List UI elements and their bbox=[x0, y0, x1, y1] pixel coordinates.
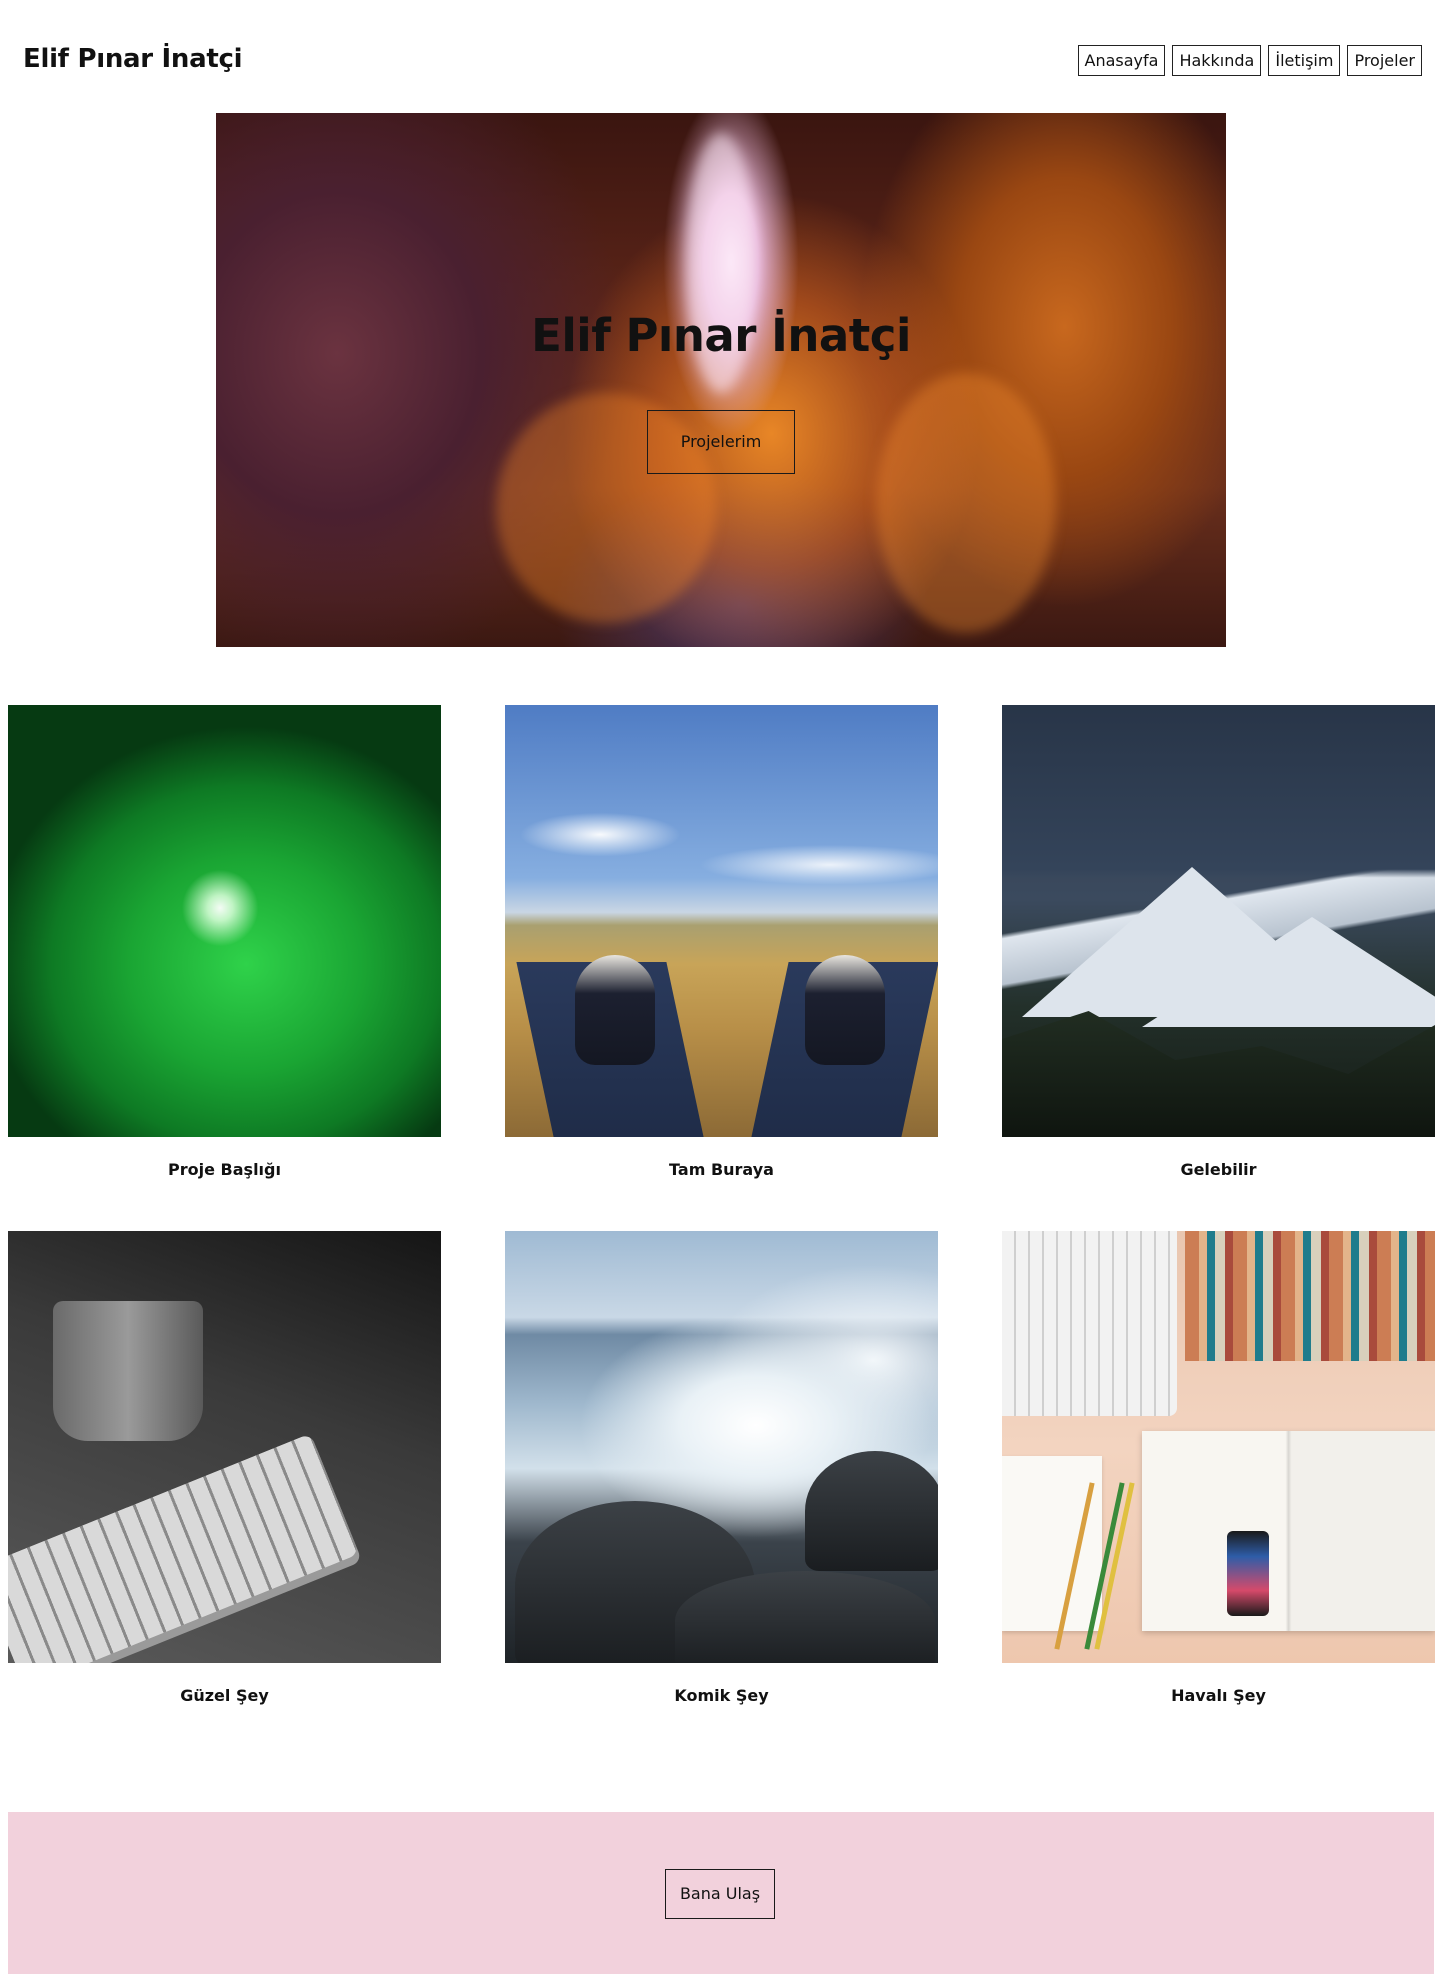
hero-canyon-image: Elif Pınar İnatçi Projelerim bbox=[216, 113, 1226, 647]
project-card[interactable]: Gelebilir bbox=[1002, 705, 1435, 1181]
photo-detail bbox=[805, 955, 885, 1065]
project-caption[interactable]: Tam Buraya bbox=[505, 1159, 938, 1181]
photo-detail bbox=[53, 1301, 203, 1441]
nav-link-anasayfa[interactable]: Anasayfa bbox=[1077, 45, 1166, 76]
project-caption[interactable]: Proje Başlığı bbox=[8, 1159, 441, 1181]
project-image-books[interactable] bbox=[1002, 1231, 1435, 1663]
photo-detail bbox=[1142, 917, 1435, 1027]
nav-link-hakkinda[interactable]: Hakkında bbox=[1172, 45, 1262, 76]
project-caption[interactable]: Havalı Şey bbox=[1002, 1685, 1435, 1707]
project-caption[interactable]: Güzel Şey bbox=[8, 1685, 441, 1707]
photo-detail bbox=[1002, 1456, 1102, 1631]
photo-detail bbox=[1185, 1231, 1435, 1361]
photo-detail bbox=[1002, 1231, 1177, 1416]
nav-link-projeler[interactable]: Projeler bbox=[1347, 45, 1422, 76]
project-card[interactable]: Güzel Şey bbox=[8, 1231, 441, 1707]
contact-footer: Bana Ulaş bbox=[8, 1812, 1434, 1974]
project-card[interactable]: Havalı Şey bbox=[1002, 1231, 1435, 1707]
project-card[interactable]: Komik Şey bbox=[505, 1231, 938, 1707]
photo-detail bbox=[8, 1433, 360, 1663]
project-image-mountains[interactable] bbox=[1002, 705, 1435, 1137]
site-title[interactable]: Elif Pınar İnatçi bbox=[23, 39, 243, 79]
hero-title: Elif Pınar İnatçi bbox=[531, 309, 911, 362]
photo-detail bbox=[805, 1451, 938, 1571]
project-image-field[interactable] bbox=[505, 705, 938, 1137]
project-image-wave[interactable] bbox=[505, 1231, 938, 1663]
projects-button[interactable]: Projelerim bbox=[647, 410, 795, 474]
project-image-desk[interactable] bbox=[8, 1231, 441, 1663]
site-header: Elif Pınar İnatçi Anasayfa Hakkında İlet… bbox=[0, 0, 1440, 112]
photo-detail bbox=[675, 1571, 935, 1663]
project-card[interactable]: Proje Başlığı bbox=[8, 705, 441, 1181]
photo-detail bbox=[1142, 1431, 1435, 1631]
contact-button[interactable]: Bana Ulaş bbox=[665, 1869, 775, 1919]
project-caption[interactable]: Komik Şey bbox=[505, 1685, 938, 1707]
canyon-glow-right bbox=[876, 373, 1056, 633]
project-caption[interactable]: Gelebilir bbox=[1002, 1159, 1435, 1181]
photo-detail bbox=[1227, 1531, 1269, 1616]
nav-link-iletisim[interactable]: İletişim bbox=[1268, 45, 1341, 76]
project-card[interactable]: Tam Buraya bbox=[505, 705, 938, 1181]
project-image-leaf[interactable] bbox=[8, 705, 441, 1137]
photo-detail bbox=[575, 955, 655, 1065]
main-nav: Anasayfa Hakkında İletişim Projeler bbox=[1077, 45, 1422, 76]
